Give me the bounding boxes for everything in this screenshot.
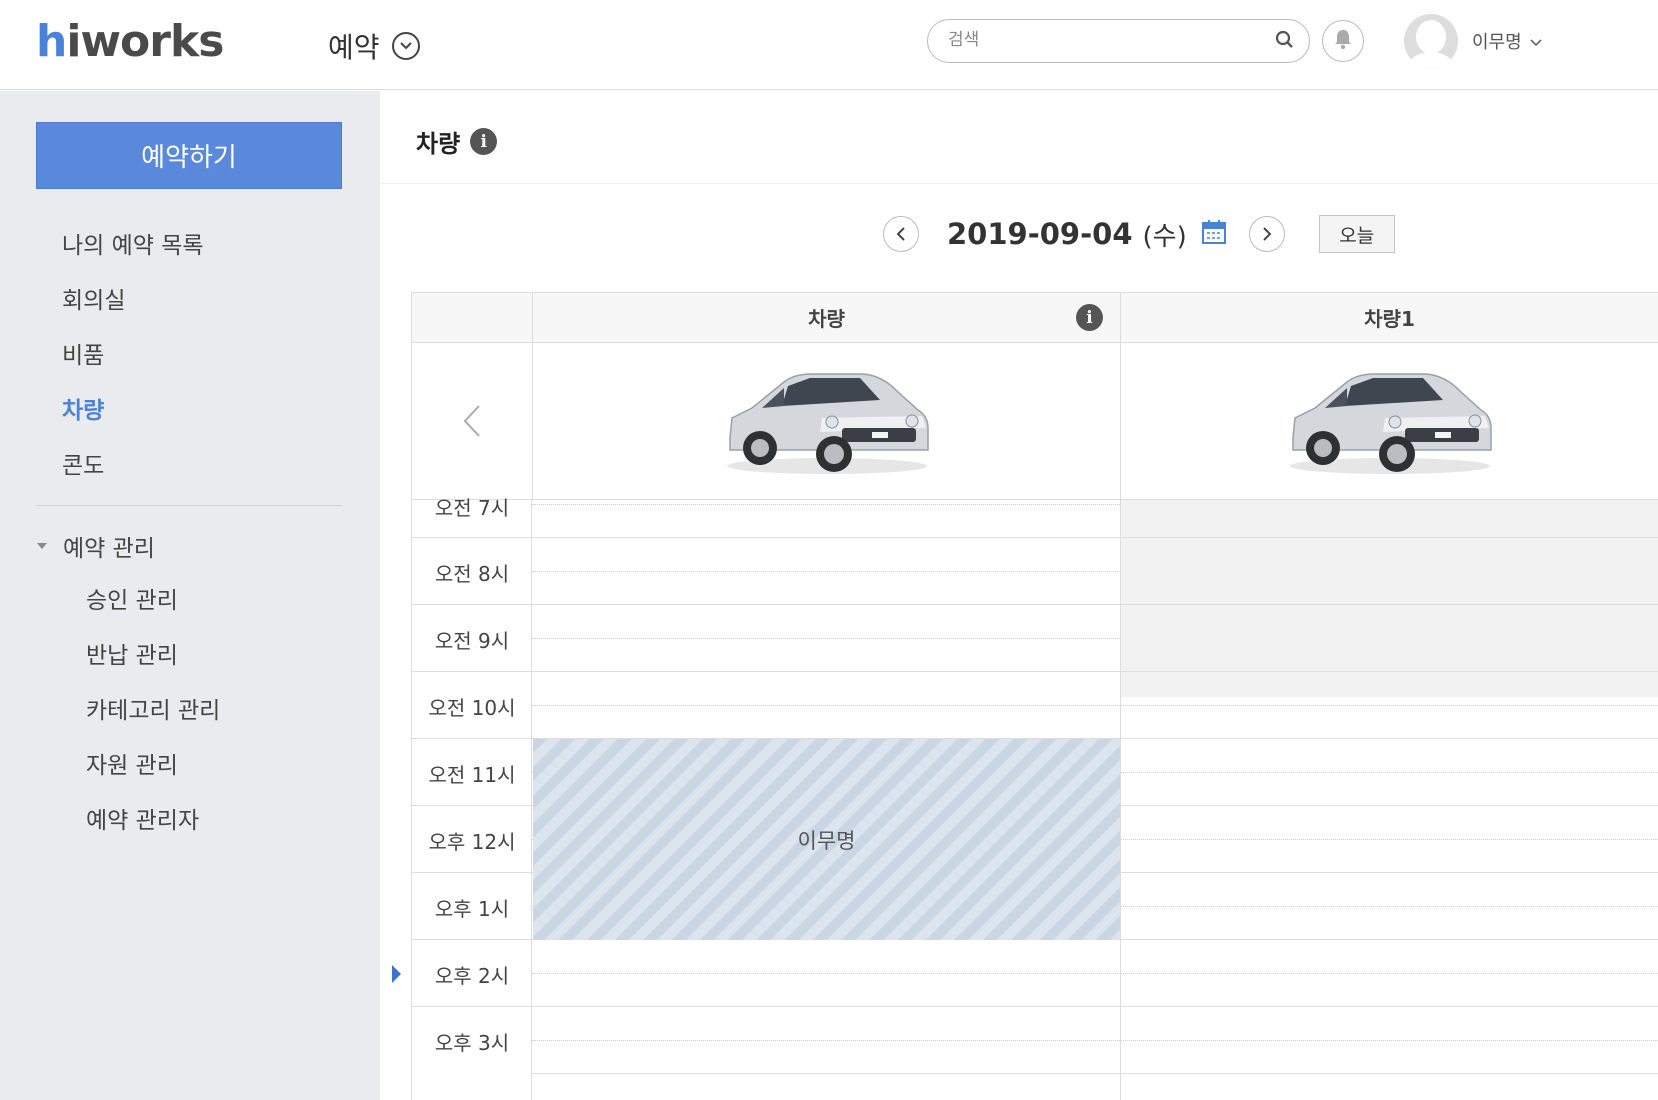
time-label: 오전 8시: [434, 562, 510, 586]
bell-icon: [1333, 28, 1353, 54]
half-hour-line: [532, 1040, 1658, 1041]
hour-line: [532, 671, 1658, 672]
sidebar-divider: [36, 505, 342, 506]
chevron-left-icon: [463, 405, 480, 437]
time-label: 오후 12시: [428, 830, 516, 854]
sidebar-item-my-reservations[interactable]: 나의 예약 목록: [62, 221, 204, 276]
sidebar-item-approval[interactable]: 승인 관리: [86, 571, 220, 626]
car-icon: [726, 373, 929, 474]
resource-name: 차량1: [1364, 307, 1415, 331]
avatar[interactable]: [1404, 14, 1458, 68]
car-icon: [1289, 373, 1492, 474]
sidebar-item-return[interactable]: 반납 관리: [86, 626, 220, 681]
sidebar-item-admin[interactable]: 예약 관리자: [86, 791, 220, 846]
schedule-grid: 차량 i 차량1 이무명 오전 7시 오전 8시 오전 9시 오전 10시 오전…: [411, 292, 1658, 1100]
resource-header: 차량1: [1120, 293, 1658, 342]
today-button[interactable]: 오늘: [1318, 215, 1395, 253]
app-switcher[interactable]: 예약: [328, 26, 420, 66]
resource-header-row: 차량 i 차량1: [411, 292, 1658, 343]
prev-resources-button[interactable]: [411, 343, 532, 499]
resource-header: 차량 i: [532, 293, 1120, 342]
search-icon[interactable]: [1275, 30, 1295, 54]
time-label: 오전 9시: [434, 629, 510, 653]
top-header: hiworks 예약 이무명: [0, 0, 1658, 90]
resource-name: 차량: [808, 307, 845, 331]
notification-button[interactable]: [1322, 20, 1364, 62]
hour-line: [532, 1073, 1658, 1074]
hour-line: [532, 537, 1658, 538]
user-menu[interactable]: 이무명: [1472, 28, 1542, 54]
reservation-management-toggle[interactable]: 예약 관리: [36, 521, 220, 571]
day-of-week: (수): [1142, 221, 1187, 252]
page-title-wrap: 차량 i: [416, 124, 498, 159]
time-label: 오전 11시: [428, 763, 516, 787]
resource-image-cell: [1120, 343, 1658, 499]
column-border: [1120, 500, 1121, 1100]
time-label: 오전 7시: [434, 496, 510, 520]
current-date: 2019-09-04: [947, 217, 1133, 251]
search-input[interactable]: [948, 20, 1268, 60]
sidebar-nav: 나의 예약 목록 회의실 비품 차량 콘도: [62, 221, 204, 496]
resource-image-cell: [532, 343, 1120, 499]
page-header: 차량 i: [380, 91, 1658, 184]
sidebar-item-resource[interactable]: 자원 관리: [86, 736, 220, 791]
date-navigator: 2019-09-04 (수) 오늘: [883, 215, 1395, 253]
half-hour-line: [532, 638, 1120, 639]
unavailable-block: [1120, 500, 1658, 697]
hiworks-logo[interactable]: hiworks: [36, 16, 224, 67]
user-name: 이무명: [1472, 32, 1522, 53]
chevron-left-icon: [896, 227, 905, 241]
chevron-down-icon[interactable]: [391, 32, 420, 60]
hour-line: [532, 604, 1658, 605]
page-title: 차량: [416, 130, 461, 158]
info-icon[interactable]: i: [1076, 304, 1103, 331]
half-hour-line: [532, 705, 1658, 706]
sidebar-item-meeting-room[interactable]: 회의실: [62, 276, 204, 331]
app-title: 예약: [328, 31, 380, 64]
calendar-icon[interactable]: [1201, 219, 1227, 249]
half-hour-line: [532, 504, 1120, 505]
time-label: 오후 2시: [434, 964, 510, 988]
time-column: 오전 7시 오전 8시 오전 9시 오전 10시 오전 11시 오후 12시 오…: [411, 496, 532, 1100]
main-content: 차량 i 2019-09-04 (수) 오늘 차량 i 차량1 이무명 오전 7…: [380, 91, 1658, 1100]
next-day-button[interactable]: [1248, 216, 1285, 252]
sidebar-item-condo[interactable]: 콘도: [62, 441, 204, 496]
resource-image-row: [411, 343, 1658, 500]
corner-cell: [411, 293, 532, 342]
reserve-button[interactable]: 예약하기: [36, 122, 342, 189]
booking-block[interactable]: 이무명: [533, 739, 1120, 940]
half-hour-line: [532, 571, 1120, 572]
hour-line: [532, 1006, 1658, 1007]
chevron-down-icon: [1530, 31, 1542, 52]
sidebar-item-category[interactable]: 카테고리 관리: [86, 681, 220, 736]
time-slots: 이무명 오전 7시 오전 8시 오전 9시 오전 10시 오전 11시 오후 1…: [411, 496, 1658, 1100]
time-label: 오후 3시: [434, 1031, 510, 1055]
chevron-right-icon: [1263, 227, 1272, 241]
sidebar-item-equipment[interactable]: 비품: [62, 331, 204, 386]
search-box: [927, 19, 1310, 63]
sidebar: 예약하기 나의 예약 목록 회의실 비품 차량 콘도 예약 관리 승인 관리 반…: [0, 91, 380, 1100]
prev-day-button[interactable]: [883, 216, 919, 252]
time-label: 오전 10시: [428, 696, 516, 720]
current-time-marker: [392, 965, 401, 983]
half-hour-line: [532, 973, 1658, 974]
group-label: 예약 관리: [63, 536, 155, 562]
time-label: 오후 1시: [434, 897, 510, 921]
info-icon[interactable]: i: [470, 128, 498, 155]
sidebar-item-vehicle[interactable]: 차량: [62, 386, 204, 441]
reservation-management: 예약 관리 승인 관리 반납 관리 카테고리 관리 자원 관리 예약 관리자: [36, 521, 220, 846]
caret-down-icon: [37, 543, 47, 549]
